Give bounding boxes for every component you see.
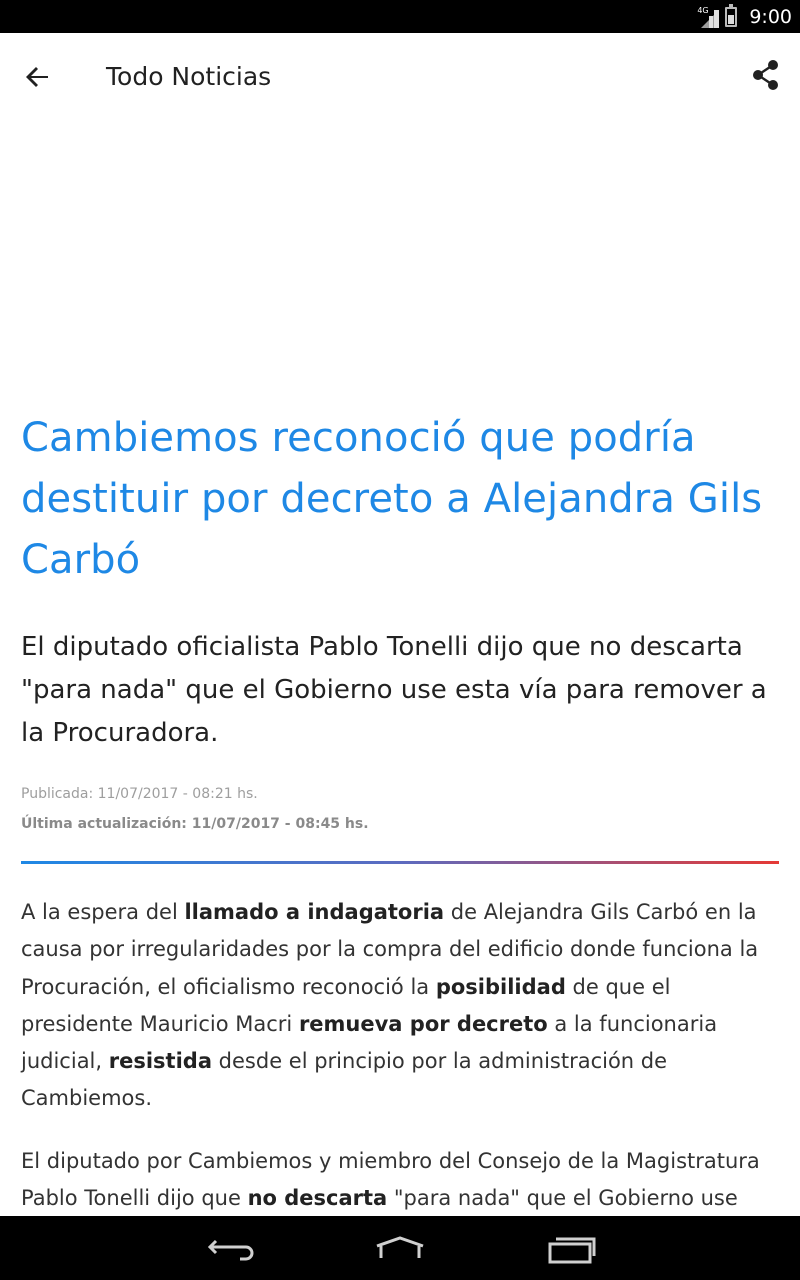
system-nav-bar [0, 1216, 800, 1280]
app-bar-title: Todo Noticias [106, 62, 272, 91]
bold-run: remueva por decreto [298, 1011, 548, 1036]
article-body: A la espera del llamado a indagatoria de… [21, 894, 781, 1255]
signal-icon: 4G [697, 5, 720, 28]
status-icons: 4G 9:00 [697, 0, 792, 33]
article: Cambiemos reconoció que podría destituir… [21, 408, 781, 1280]
updated-date: Última actualización: 11/07/2017 - 08:45… [21, 816, 369, 832]
article-subheadline: El diputado oficialista Pablo Tonelli di… [21, 632, 767, 748]
clock: 9:00 [749, 5, 792, 28]
published-date: Publicada: 11/07/2017 - 08:21 hs. [21, 786, 258, 802]
gradient-divider [21, 861, 779, 864]
status-bar: 4G 9:00 [0, 0, 800, 33]
app-bar: Todo Noticias [0, 33, 800, 121]
bold-run: resistida [108, 1049, 212, 1074]
bold-run: posibilidad [435, 974, 566, 999]
nav-recents-icon[interactable] [544, 1230, 600, 1266]
nav-back-icon[interactable] [200, 1230, 256, 1266]
bold-run: llamado a indagatoria [184, 900, 445, 924]
network-type-label: 4G [697, 5, 709, 15]
body-paragraph: A la espera del llamado a indagatoria de… [21, 894, 781, 1118]
ad-placeholder [0, 121, 800, 401]
bold-run: no descarta [247, 1186, 388, 1211]
text-run: A la espera del [21, 900, 185, 924]
share-icon[interactable] [750, 59, 782, 91]
arrow-left-icon[interactable] [22, 61, 54, 93]
article-headline: Cambiemos reconoció que podría destituir… [21, 415, 763, 583]
battery-icon [725, 3, 738, 27]
nav-home-icon[interactable] [372, 1230, 428, 1266]
